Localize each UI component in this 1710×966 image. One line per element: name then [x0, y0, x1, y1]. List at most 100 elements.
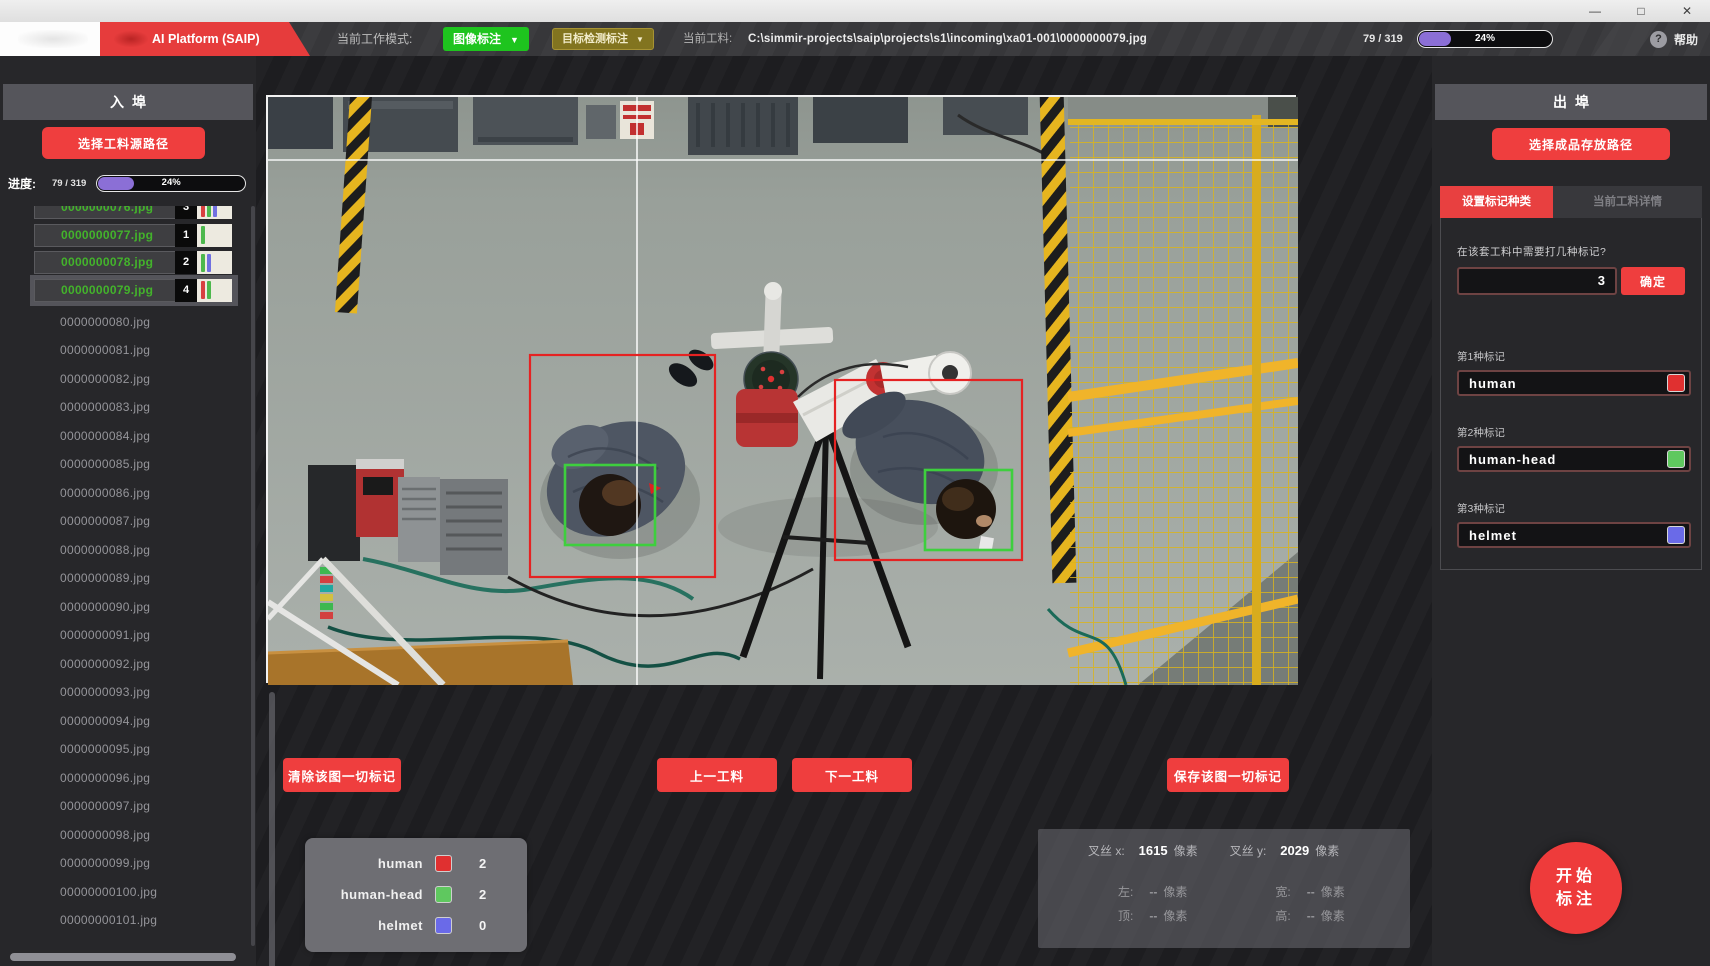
legend-color-swatch [435, 917, 452, 934]
file-item[interactable]: 0000000092.jpg [0, 650, 250, 679]
label-name-value: human [1469, 376, 1667, 391]
chevron-down-icon: ▼ [510, 35, 519, 45]
file-item[interactable]: 0000000096.jpg [0, 764, 250, 793]
left-value: -- [1149, 885, 1157, 899]
close-icon[interactable]: ✕ [1664, 0, 1710, 22]
input-panel-title: 入埠 [3, 84, 253, 120]
work-area: 清除该图一切标记 上一工料 下一工料 保存该图一切标记 human2human-… [256, 56, 1432, 966]
mode-dropdown-image-annotation[interactable]: 图像标注 ▼ [443, 27, 529, 51]
file-item[interactable]: 0000000086.jpg [0, 479, 250, 508]
start-annotation-line1: 开始 [1556, 865, 1596, 888]
label-name-value: human-head [1469, 452, 1667, 467]
unit-label: 像素 [1315, 842, 1339, 859]
crosshair-y-label: 叉丝 y: [1230, 842, 1267, 859]
tab-set-label-types[interactable]: 设置标记种类 [1440, 186, 1553, 218]
file-color-indicator [197, 279, 232, 302]
progress-count: 79 / 319 [1363, 22, 1403, 56]
crosshair-readout: 叉丝 x: 1615 像素 叉丝 y: 2029 像素 [1038, 829, 1410, 859]
height-value: -- [1307, 909, 1315, 923]
label-type-title: 第1种标记 [1457, 349, 1685, 364]
clear-annotations-button[interactable]: 清除该图一切标记 [283, 758, 401, 792]
legend-count: 2 [479, 856, 486, 871]
input-panel: 入埠 选择工料源路径 进度: 79 / 319 24% 0000000076.j… [0, 56, 256, 966]
brand-logo-icon [114, 31, 148, 47]
label-color-swatch[interactable] [1667, 374, 1685, 392]
file-item[interactable]: 00000000100.jpg [0, 878, 250, 907]
question-mark-icon: ? [1650, 31, 1667, 48]
tab-current-file-details[interactable]: 当前工料详情 [1553, 186, 1702, 218]
file-item-annotated[interactable]: 0000000078.jpg2 [34, 251, 234, 274]
file-item-annotated[interactable]: 0000000077.jpg1 [34, 224, 234, 247]
select-output-path-button[interactable]: 选择成品存放路径 [1492, 128, 1670, 160]
legend-count: 2 [479, 887, 486, 902]
horizontal-scrollbar[interactable] [10, 953, 236, 961]
file-item[interactable]: 0000000097.jpg [0, 792, 250, 821]
label-name-input[interactable]: helmet [1457, 522, 1691, 548]
file-annotation-count: 3 [175, 206, 197, 219]
start-annotation-line2: 标注 [1556, 888, 1596, 911]
box-left-width-readout: 左: -- 像素 宽: -- 像素 [1038, 883, 1410, 900]
file-item[interactable]: 0000000083.jpg [0, 393, 250, 422]
file-item[interactable]: 0000000095.jpg [0, 735, 250, 764]
file-item[interactable]: 0000000098.jpg [0, 821, 250, 850]
legend-label: helmet [305, 918, 423, 933]
file-item-annotated[interactable]: 0000000076.jpg3 [34, 206, 234, 219]
label-count-input[interactable]: 3 [1457, 267, 1617, 295]
mode-dropdown-object-detection[interactable]: 目标检测标注▼ [552, 28, 654, 50]
maximize-icon[interactable]: □ [1618, 0, 1664, 22]
label-type-title: 第2种标记 [1457, 425, 1685, 440]
top-bar: AI Platform (SAIP) 当前工作模式: 图像标注▼ 目标检测标注▼… [0, 22, 1710, 56]
file-item[interactable]: 0000000099.jpg [0, 849, 250, 878]
legend-row: human2 [305, 848, 527, 879]
safety-fence [1068, 97, 1298, 685]
label-name-input[interactable]: human [1457, 370, 1691, 396]
file-name: 0000000079.jpg [34, 279, 175, 302]
label-color-swatch[interactable] [1667, 450, 1685, 468]
previous-file-button[interactable]: 上一工料 [657, 758, 777, 792]
confirm-button[interactable]: 确定 [1621, 267, 1685, 295]
top-value: -- [1149, 909, 1157, 923]
minimize-icon[interactable]: — [1572, 0, 1618, 22]
file-item[interactable]: 0000000089.jpg [0, 564, 250, 593]
file-annotation-count: 2 [175, 251, 197, 274]
file-item[interactable]: 0000000094.jpg [0, 707, 250, 736]
sidebar-progress: 进度: 79 / 319 24% [8, 173, 246, 193]
app-logo [0, 22, 105, 56]
file-name: 0000000077.jpg [34, 224, 175, 247]
file-item[interactable]: 0000000081.jpg [0, 336, 250, 365]
label-color-swatch[interactable] [1667, 526, 1685, 544]
file-item[interactable]: 0000000091.jpg [0, 621, 250, 650]
current-file-path: C:\simmir-projects\saip\projects\s1\inco… [748, 22, 1147, 56]
progress-bar: 24% [1417, 30, 1553, 48]
file-color-indicator [197, 251, 232, 274]
save-annotations-button[interactable]: 保存该图一切标记 [1167, 758, 1289, 792]
legend-color-swatch [435, 886, 452, 903]
help-label: 帮助 [1674, 31, 1698, 48]
file-item[interactable]: 0000000082.jpg [0, 365, 250, 394]
file-item[interactable]: 0000000087.jpg [0, 507, 250, 536]
label-count-question: 在该套工料中需要打几种标记? [1457, 244, 1685, 259]
file-item[interactable]: 00000000101.jpg [0, 906, 250, 935]
app-window: — □ ✕ AI Platform (SAIP) 当前工作模式: 图像标注▼ 目… [0, 0, 1710, 966]
mode-image-annotation-label: 图像标注 [453, 32, 501, 46]
start-annotation-button[interactable]: 开始 标注 [1530, 842, 1622, 934]
file-item[interactable]: 0000000093.jpg [0, 678, 250, 707]
output-panel: 出埠 选择成品存放路径 设置标记种类 当前工料详情 在该套工料中需要打几种标记?… [1432, 56, 1710, 966]
select-source-path-button[interactable]: 选择工料源路径 [42, 127, 205, 159]
annotation-canvas[interactable] [266, 95, 1296, 683]
vertical-scrollbar[interactable] [251, 206, 255, 946]
file-item[interactable]: 0000000084.jpg [0, 422, 250, 451]
canvas-vertical-scrollbar[interactable] [269, 692, 275, 966]
legend-count: 0 [479, 918, 486, 933]
label-name-input[interactable]: human-head [1457, 446, 1691, 472]
left-label: 左: [1118, 883, 1133, 900]
file-item[interactable]: 0000000085.jpg [0, 450, 250, 479]
help-button[interactable]: ? 帮助 [1650, 22, 1698, 56]
file-item-current[interactable]: 0000000079.jpg4 [34, 279, 234, 302]
box-top-height-readout: 顶: -- 像素 高: -- 像素 [1038, 907, 1410, 924]
file-item[interactable]: 0000000090.jpg [0, 593, 250, 622]
file-item[interactable]: 0000000080.jpg [0, 308, 250, 337]
next-file-button[interactable]: 下一工料 [792, 758, 912, 792]
file-color-indicator [197, 224, 232, 247]
file-item[interactable]: 0000000088.jpg [0, 536, 250, 565]
